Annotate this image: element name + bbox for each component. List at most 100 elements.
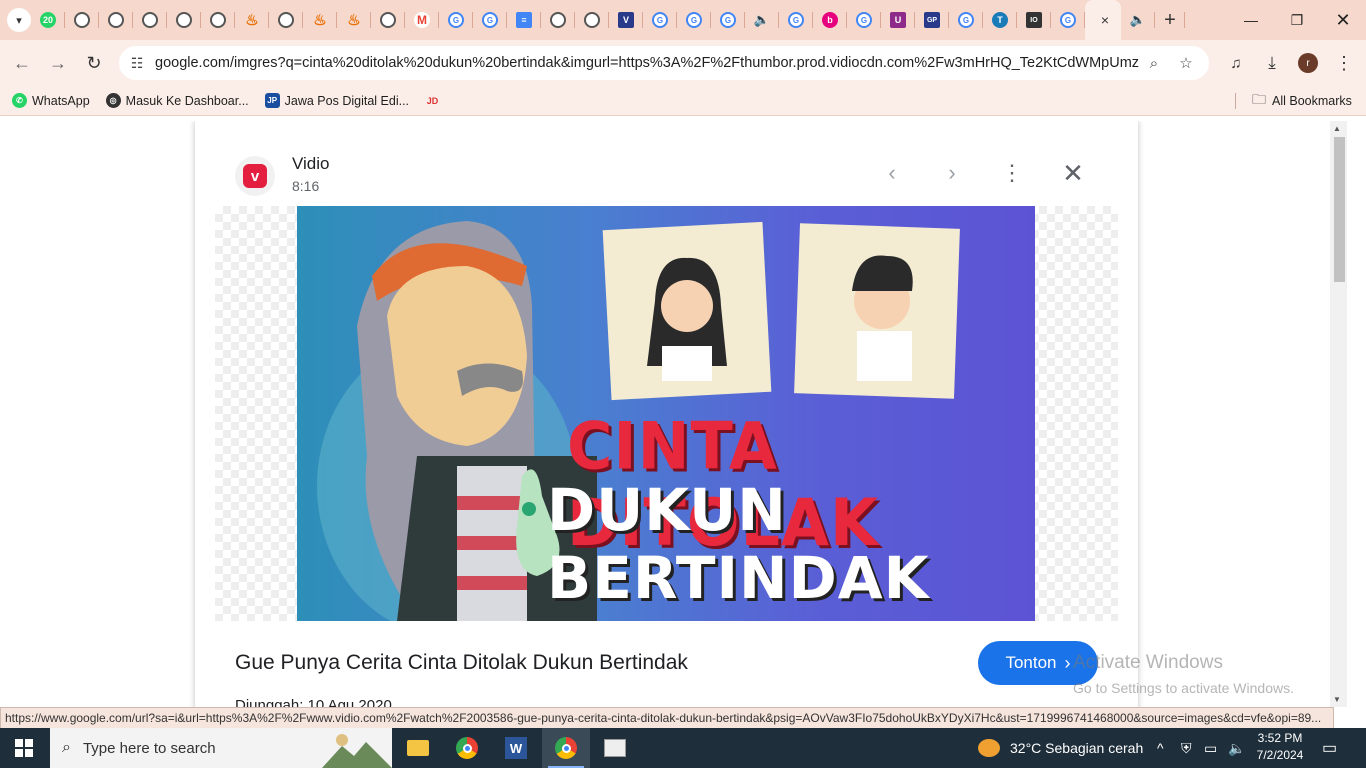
tab[interactable] — [269, 0, 303, 40]
google-icon: G — [448, 12, 464, 28]
tab[interactable]: G — [439, 0, 473, 40]
all-bookmarks[interactable]: 🗀 All Bookmarks — [1252, 89, 1352, 113]
file-explorer-button[interactable] — [394, 728, 442, 768]
tab[interactable]: G — [643, 0, 677, 40]
network-tray[interactable]: ▭ — [1204, 728, 1217, 768]
photos-button[interactable] — [591, 728, 639, 768]
minimize-button[interactable]: — — [1228, 0, 1274, 40]
tab[interactable] — [99, 0, 133, 40]
chrome-profile-button[interactable] — [542, 728, 590, 768]
tab[interactable]: 20 — [31, 0, 65, 40]
address-url[interactable]: google.com/imgres?q=cinta%20ditolak%20du… — [155, 55, 1140, 71]
taskbar: ⌕ Type here to search W 32°C Sebagian ce… — [0, 728, 1366, 768]
minimize-icon: — — [1244, 12, 1258, 28]
tab[interactable]: M — [405, 0, 439, 40]
close-panel-button[interactable]: ✕ — [1055, 158, 1091, 188]
volume-tray[interactable]: 🔈 — [1228, 728, 1245, 768]
back-button[interactable]: ← — [4, 45, 40, 81]
new-tab-button[interactable]: + — [1155, 0, 1185, 40]
tab[interactable] — [133, 0, 167, 40]
close-window-button[interactable]: ✕ — [1320, 0, 1366, 40]
thumbnail-title-line2: DUKUN BERTINDAK — [547, 476, 930, 612]
media-control-button[interactable]: ♫ — [1218, 45, 1254, 81]
tab[interactable] — [575, 0, 609, 40]
next-button[interactable]: › — [934, 159, 970, 187]
start-button[interactable] — [0, 728, 48, 768]
tab[interactable]: b — [813, 0, 847, 40]
source-name[interactable]: Vidio — [292, 154, 330, 174]
tab[interactable]: G — [949, 0, 983, 40]
security-tray[interactable]: ⛨ — [1181, 728, 1192, 768]
google-icon: G — [720, 12, 736, 28]
tab[interactable]: GP — [915, 0, 949, 40]
tab[interactable]: ♨ — [303, 0, 337, 40]
tab[interactable] — [167, 0, 201, 40]
tab[interactable]: G — [677, 0, 711, 40]
downloads-button[interactable]: ⤓ — [1254, 45, 1290, 81]
globe-icon — [176, 12, 192, 28]
forward-button[interactable]: → — [40, 45, 76, 81]
tab[interactable] — [371, 0, 405, 40]
tab[interactable]: ♨ — [235, 0, 269, 40]
google-icon: G — [856, 12, 872, 28]
chrome-button[interactable] — [443, 728, 491, 768]
page-scrollbar[interactable]: ▲ ▼ — [1330, 121, 1347, 707]
scroll-up-icon[interactable]: ▲ — [1333, 124, 1341, 133]
weather-icon — [978, 739, 1000, 757]
tab[interactable]: G — [473, 0, 507, 40]
tab[interactable]: G — [779, 0, 813, 40]
address-bar[interactable]: ☷ google.com/imgres?q=cinta%20ditolak%20… — [119, 46, 1209, 80]
clock[interactable]: 3:52 PM 7/2/2024 — [1250, 730, 1310, 764]
tab[interactable]: G — [1051, 0, 1085, 40]
fire-icon: ♨ — [245, 12, 259, 29]
bookmark-label: WhatsApp — [32, 93, 90, 108]
reload-icon: ↻ — [86, 52, 102, 73]
zoom-icon[interactable]: ⌕ — [1139, 46, 1169, 80]
tab[interactable]: IO — [1017, 0, 1051, 40]
scroll-down-icon[interactable]: ▼ — [1333, 695, 1341, 704]
restore-button[interactable]: ❐ — [1274, 0, 1320, 40]
tab[interactable]: 🔈 — [745, 0, 779, 40]
close-icon[interactable]: × — [1101, 12, 1109, 28]
weather-widget[interactable]: 32°C Sebagian cerah — [978, 728, 1143, 768]
tab-strip: ▾ 20 ♨ ♨ ♨ M G G ≡ V G G G 🔈 G b G U GP … — [0, 0, 1366, 40]
tab[interactable]: ♨ — [337, 0, 371, 40]
scrollbar-thumb[interactable] — [1334, 137, 1345, 282]
taskbar-search[interactable]: ⌕ Type here to search — [50, 728, 392, 768]
bookmark-dashboard[interactable]: ◎ Masuk Ke Dashboar... — [105, 93, 249, 108]
more-options-button[interactable]: ⋮ — [994, 159, 1030, 187]
tab[interactable] — [541, 0, 575, 40]
activate-subtitle: Go to Settings to activate Windows. — [1073, 680, 1294, 696]
tab-active[interactable]: × — [1085, 0, 1121, 40]
reload-button[interactable]: ↻ — [76, 45, 112, 81]
menu-button[interactable]: ⋮ — [1326, 45, 1362, 81]
arrow-right-icon: → — [49, 52, 67, 73]
tab[interactable]: U — [881, 0, 915, 40]
bookmark-site[interactable]: JD — [425, 93, 445, 108]
network-icon: ▭ — [1204, 739, 1218, 756]
chevron-down-icon: ▾ — [16, 14, 22, 27]
word-button[interactable]: W — [492, 728, 540, 768]
tab[interactable]: T — [983, 0, 1017, 40]
video-caption[interactable]: Gue Punya Cerita Cinta Ditolak Dukun Ber… — [235, 651, 688, 675]
bookmark-whatsapp[interactable]: ✆ WhatsApp — [12, 93, 90, 108]
tab-badge: 20 — [42, 15, 53, 25]
tab[interactable] — [201, 0, 235, 40]
notifications-button[interactable]: ▭ — [1322, 728, 1337, 768]
tab[interactable]: ≡ — [507, 0, 541, 40]
tab[interactable]: G — [711, 0, 745, 40]
tab[interactable]: 🔈 — [1121, 0, 1155, 40]
tab[interactable]: V — [609, 0, 643, 40]
source-logo[interactable]: v — [235, 156, 275, 196]
site-info-icon[interactable]: ☷ — [119, 55, 155, 72]
tab[interactable] — [65, 0, 99, 40]
bookmark-jawapos[interactable]: JP Jawa Pos Digital Edi... — [264, 93, 409, 108]
whatsapp-icon: ✆ — [12, 93, 27, 108]
tab-search-button[interactable]: ▾ — [7, 8, 31, 32]
show-hidden-icons[interactable]: ^ — [1157, 728, 1164, 768]
tab[interactable]: G — [847, 0, 881, 40]
video-thumbnail[interactable]: CINTA DITOLAK DUKUN BERTINDAK — [297, 206, 1035, 621]
previous-button[interactable]: ‹ — [874, 159, 910, 187]
bookmark-star-icon[interactable]: ☆ — [1171, 46, 1201, 80]
profile-button[interactable]: r — [1290, 45, 1326, 81]
